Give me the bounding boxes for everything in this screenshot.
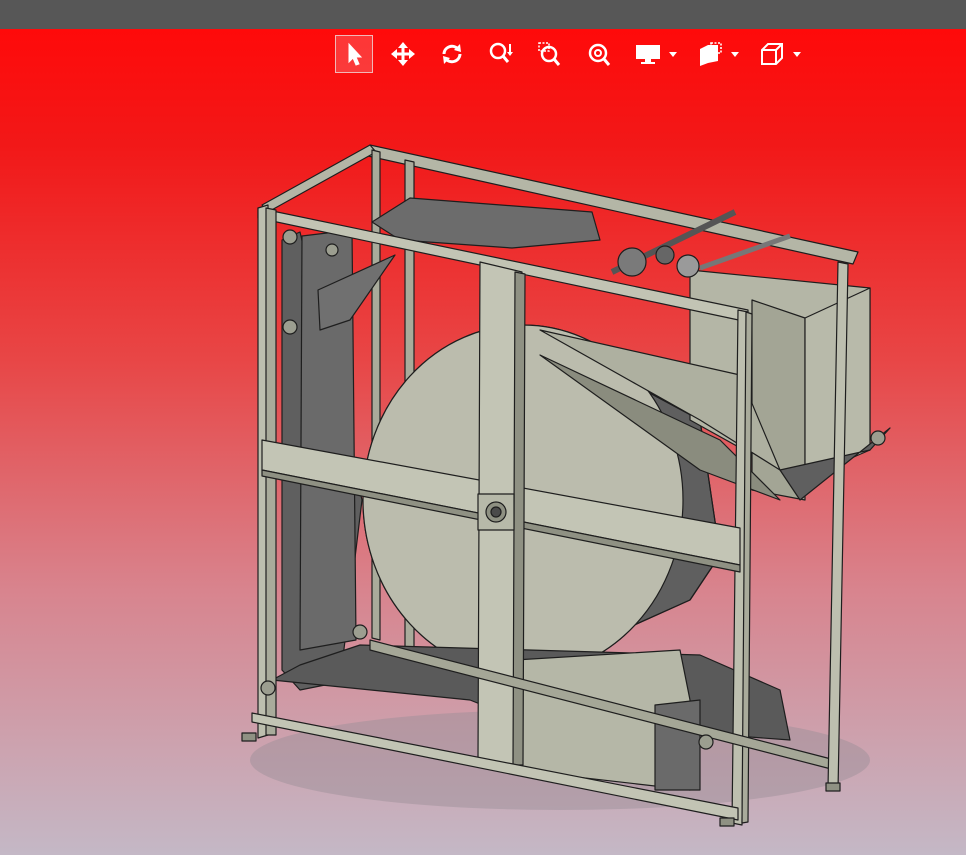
chevron-down-icon	[731, 51, 739, 57]
section-view-icon	[700, 42, 722, 66]
section-view-dropdown[interactable]	[731, 35, 741, 73]
chevron-down-icon	[669, 51, 677, 57]
view-orientation-button[interactable]	[753, 35, 791, 73]
cursor-arrow-icon	[348, 42, 363, 66]
display-mode-button[interactable]	[629, 35, 667, 73]
zoom-fit-tool-button[interactable]	[580, 35, 618, 73]
zoom-window-tool-button[interactable]	[531, 35, 569, 73]
select-tool-button[interactable]	[335, 35, 373, 73]
rotate-icon	[442, 44, 462, 64]
view-toolbar	[335, 35, 815, 73]
rotate-tool-button[interactable]	[433, 35, 471, 73]
zoom-tool-button[interactable]	[482, 35, 520, 73]
machine-model[interactable]	[0, 29, 966, 855]
display-mode-dropdown[interactable]	[669, 35, 679, 73]
zoom-window-icon	[538, 42, 561, 66]
zoom-icon	[489, 42, 513, 63]
pan-arrows-icon	[391, 42, 415, 66]
title-bar	[0, 0, 966, 29]
zoom-fit-icon	[588, 43, 611, 66]
chevron-down-icon	[793, 51, 801, 57]
section-view-button[interactable]	[691, 35, 729, 73]
pan-tool-button[interactable]	[384, 35, 422, 73]
cube-view-icon	[761, 43, 783, 65]
3d-viewport[interactable]	[0, 29, 966, 855]
view-orientation-dropdown[interactable]	[793, 35, 803, 73]
monitor-icon	[636, 45, 660, 64]
